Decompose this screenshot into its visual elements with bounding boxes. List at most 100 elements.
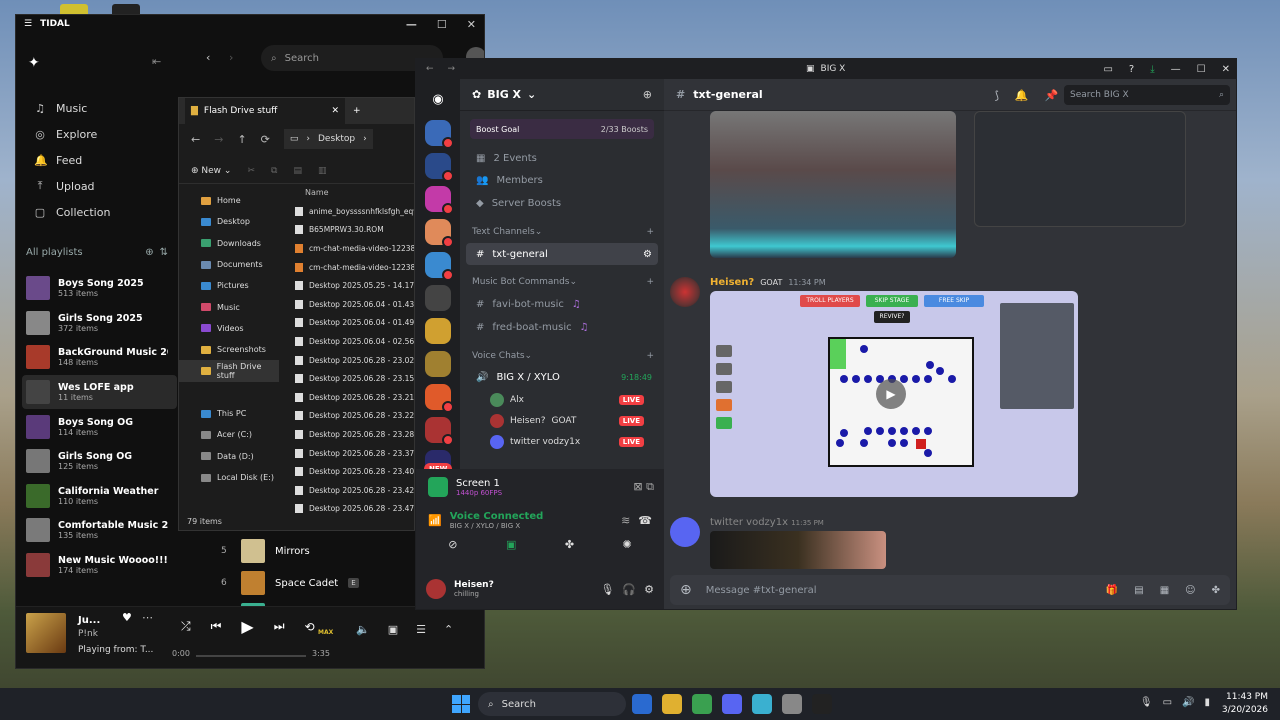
sidebar-item[interactable]: 👥 Members [460,170,664,193]
video-embed[interactable]: TROLL PLAYERS SKIP STAGE FREE SKIP REVIV… [710,291,1078,497]
nav-item-upload[interactable]: ⤒ Upload [16,173,181,199]
skip-stage-button[interactable]: SKIP STAGE [866,295,918,307]
discord-search[interactable]: Search BIG X ⌕ [1064,85,1230,105]
nav-pane-item[interactable] [179,382,279,403]
add-channel-icon[interactable]: + [646,227,654,237]
nav-pane-item[interactable]: This PC [179,403,279,424]
track-artist[interactable]: P!nk [78,629,98,639]
start-icon[interactable] [452,695,470,713]
signal-icon[interactable]: 📶 [428,514,442,527]
file-row[interactable]: Desktop 2025.06.28 - 23.21.47. [287,388,414,407]
nav-pane-item[interactable]: Home [179,190,279,211]
message-avatar[interactable] [670,517,700,547]
category-music-bot[interactable]: Music Bot Commands ⌄ + [460,271,664,293]
settings-icon[interactable]: ⚙ [643,249,652,260]
headphones-icon[interactable]: 🎧 [622,583,636,596]
nav-pane-item[interactable]: Pictures [179,275,279,296]
volume-icon[interactable]: 🔈 [356,623,370,636]
nav-pane-item[interactable]: Music [179,296,279,317]
previous-icon[interactable]: ⏮ [211,619,222,634]
nav-pane-item[interactable]: Local Disk (E:) [179,467,279,488]
boost-goal[interactable]: Boost Goal 2/33 Boosts [470,119,654,139]
share-screen-icon[interactable]: ▣ [506,538,516,551]
heart-icon[interactable]: ♥ [122,611,132,624]
track-row[interactable]: 5 Mirrors [221,535,421,567]
add-channel-icon[interactable]: + [646,277,654,287]
taskbar-app-icon[interactable] [692,694,712,714]
file-row[interactable]: cm-chat-media-video-12238 [287,239,414,258]
playlist-item[interactable]: Comfortable Music 2... 135 items [22,513,177,548]
file-row[interactable]: anime_boyssssnhfklsfgh_eq9u [287,202,414,221]
shuffle-icon[interactable]: ⤮ [181,619,191,634]
maximize-icon[interactable]: ☐ [1197,64,1206,75]
server-icon[interactable] [425,153,454,182]
output-device-icon[interactable]: ▣ [388,623,398,636]
server-header[interactable]: ✿ BIG X ⌄ ⊕ [460,79,664,111]
server-icon[interactable] [425,384,454,413]
discord-home-icon[interactable]: ◉ [425,87,451,113]
close-tab-icon[interactable]: ✕ [331,106,339,116]
playlist-item[interactable]: Girls Song OG 125 items [22,444,177,479]
nav-pane-item[interactable]: Downloads [179,233,279,254]
playlist-actions-icon[interactable]: ⊕⇅ [145,247,174,258]
screen-share-panel[interactable]: Screen 1 1440p 60FPS ⊠ ⧉ [416,469,664,505]
server-icon[interactable] [425,186,454,215]
repeat-icon[interactable]: ⟲ [305,620,315,634]
sidebar-item[interactable]: ◆ Server Boosts [460,192,664,215]
mic-icon[interactable]: 🎙 [600,583,614,596]
playlist-item[interactable]: California Weather 110 items [22,479,177,514]
camera-off-icon[interactable]: ⊘ [448,538,457,551]
minimize-icon[interactable]: — [406,18,417,31]
forward-icon[interactable]: → [448,64,456,74]
nav-pane-item[interactable]: Videos [179,318,279,339]
new-tab-icon[interactable]: + [353,106,361,116]
nav-item-collection[interactable]: ▢ Collection [16,199,181,225]
track-title[interactable]: Ju... [78,615,100,626]
paste-icon[interactable]: ▤ [293,166,302,176]
invite-icon[interactable]: ⊕ [643,88,652,101]
nav-pane-item[interactable]: Screenshots [179,339,279,360]
server-icon[interactable] [425,219,454,248]
close-icon[interactable]: ✕ [467,18,476,31]
file-row[interactable]: Desktop 2025.06.28 - 23.37.02. [287,444,414,463]
menu-icon[interactable]: ☰ [24,19,32,29]
file-row[interactable]: Desktop 2025.06.28 - 23.22.28. [287,407,414,426]
attached-screenshot[interactable] [974,111,1186,227]
server-icon[interactable] [425,120,454,149]
message-composer[interactable]: ⊕ Message #txt-general 🎁 ▤ ▦ ☺ ✤ [670,575,1230,605]
play-icon[interactable]: ▶ [241,617,253,636]
progress-bar[interactable] [196,655,306,657]
back-icon[interactable]: ← [191,133,200,146]
breadcrumb-item[interactable]: Desktop [318,134,355,144]
channel-item[interactable]: # fred-boat-music ♫ [460,316,664,339]
message-avatar[interactable] [670,277,700,307]
file-row[interactable]: Desktop 2025.06.04 - 01.49.31. [287,314,414,333]
refresh-icon[interactable]: ⟳ [261,133,270,146]
channel-item[interactable]: # favi-bot-music ♫ [460,293,664,316]
free-skip-button[interactable]: FREE SKIP [924,295,984,307]
soundboard-icon[interactable]: ✺ [623,538,632,551]
forward-icon[interactable]: → [214,133,223,146]
file-row[interactable]: Desktop 2025.06.28 - 23.15.59. [287,369,414,388]
troll-players-button[interactable]: TROLL PLAYERS [800,295,860,307]
copy-icon[interactable]: ⧉ [271,166,277,176]
next-icon[interactable]: ⏭ [274,619,285,634]
nav-pane-item[interactable]: Desktop [179,211,279,232]
nav-pane-item[interactable]: Flash Drive stuff [179,360,279,382]
mic-icon[interactable]: 🎙 [1140,697,1153,708]
bell-icon[interactable]: 🔔 [1015,89,1029,102]
file-row[interactable]: Desktop 2025.06.04 - 01.43.15. [287,295,414,314]
gift-icon[interactable]: 🎁 [1106,585,1118,596]
playlist-item[interactable]: New Music Woooo!!! 174 items [22,548,177,583]
nav-pane-item[interactable]: Acer (C:) [179,424,279,445]
emoji-icon[interactable]: ☺ [1185,585,1195,596]
taskbar-app-icon[interactable] [662,694,682,714]
server-icon[interactable] [425,285,451,311]
category-text-channels[interactable]: Text Channels ⌄ + [460,221,664,243]
activities-icon[interactable]: ✤ [565,538,574,551]
file-row[interactable]: Desktop 2025.06.28 - 23.02.17. [287,351,414,370]
rename-icon[interactable]: ▥ [318,166,327,176]
nav-item-explore[interactable]: ◎ Explore [16,121,181,147]
playlist-item[interactable]: BackGround Music 20...148 items [22,340,177,375]
voice-user[interactable]: Alx LIVE [460,389,664,410]
